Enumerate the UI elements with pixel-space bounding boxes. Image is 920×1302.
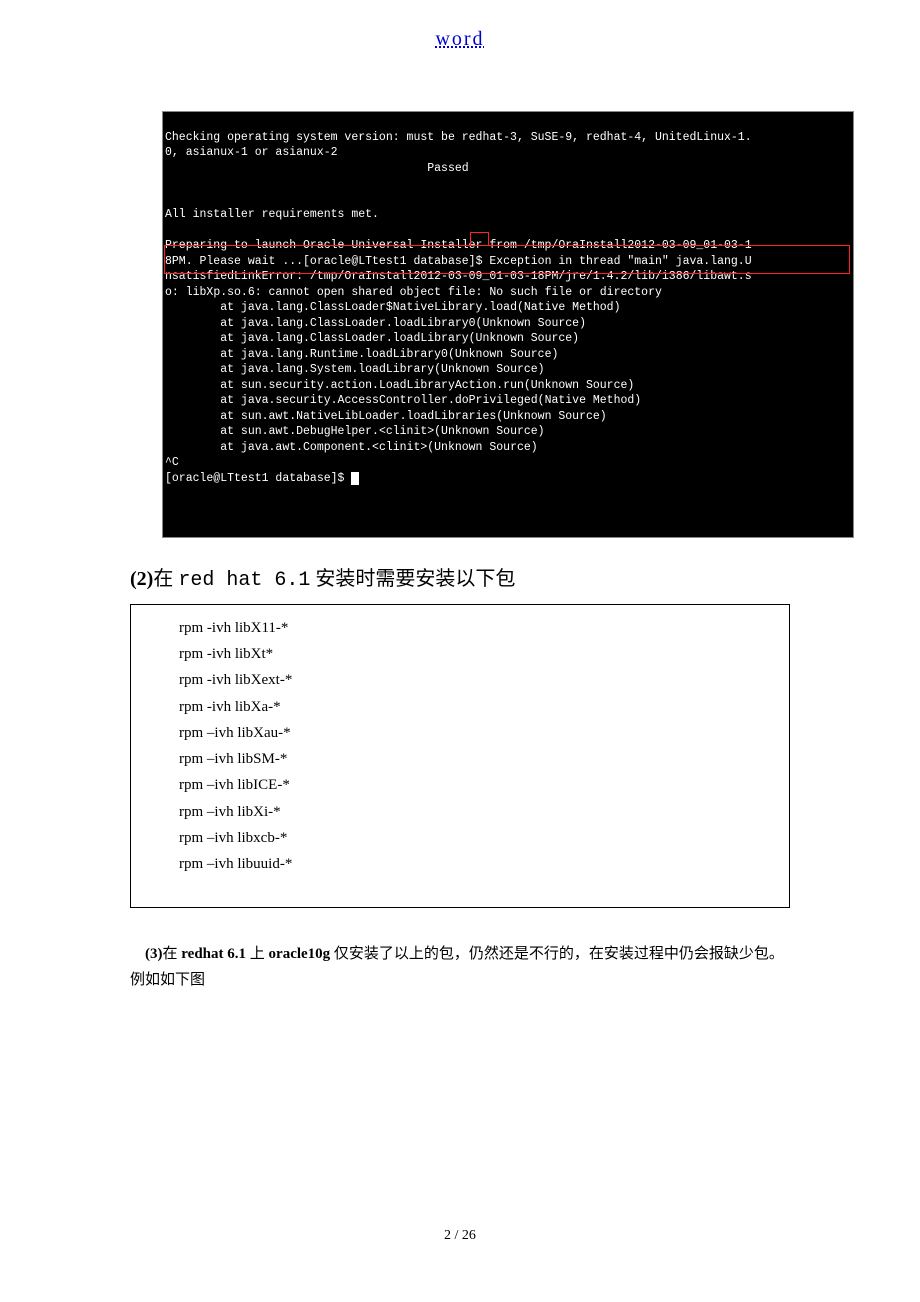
terminal-trace: at java.lang.ClassLoader.loadLibrary0(Un… (165, 317, 586, 330)
terminal-line: Checking operating system version: must … (165, 131, 752, 144)
terminal-line: Preparing to launch Oracle Universal Ins… (165, 239, 752, 252)
rpm-command-box: rpm -ivh libX11-* rpm -ivh libXt* rpm -i… (130, 604, 790, 909)
rpm-line: rpm –ivh libuuid-* (179, 851, 771, 877)
section-num: (3) (145, 946, 163, 962)
terminal-trace: at sun.security.action.LoadLibraryAction… (165, 379, 634, 392)
terminal-trace: at java.lang.System.loadLibrary(Unknown … (165, 363, 545, 376)
rpm-line: rpm -ivh libX11-* (179, 615, 771, 641)
text-part: 上 (246, 946, 269, 962)
terminal-trace: at java.awt.Component.<clinit>(Unknown S… (165, 441, 538, 454)
terminal-screenshot: Checking operating system version: must … (162, 111, 854, 538)
terminal-trace: at java.lang.Runtime.loadLibrary0(Unknow… (165, 348, 558, 361)
terminal-line-part: s (745, 270, 752, 283)
section-redhat: red hat 6.1 (178, 569, 310, 592)
rpm-line: rpm –ivh libXau-* (179, 720, 771, 746)
terminal-line-part: : libXp.so.6: cannot open shared object … (172, 286, 662, 299)
terminal-line-part: 8PM. Please wait ...[oracle@LTtest1 data… (165, 255, 476, 268)
page-content: Checking operating system version: must … (0, 51, 920, 993)
terminal-trace: at sun.awt.DebugHelper.<clinit>(Unknown … (165, 425, 545, 438)
terminal-trace: at java.lang.ClassLoader$NativeLibrary.l… (165, 301, 620, 314)
terminal-line: ^C (165, 456, 179, 469)
terminal-line-part: satisfiedLinkError: /tmp/OraInstall2012-… (172, 270, 745, 283)
page-header: word (0, 0, 920, 51)
section-suffix: 安装时需要安装以下包 (310, 568, 515, 590)
indent (130, 946, 145, 962)
terminal-line-part: o (165, 286, 172, 299)
terminal-trace: at java.lang.ClassLoader.loadLibrary(Unk… (165, 332, 579, 345)
section-num: (2) (130, 568, 153, 590)
rpm-line: rpm –ivh libICE-* (179, 772, 771, 798)
terminal-trace: at java.security.AccessController.doPriv… (165, 394, 641, 407)
rpm-line: rpm -ivh libXt* (179, 641, 771, 667)
section-2-title: (2)在 red hat 6.1 安装时需要安装以下包 (130, 562, 790, 592)
terminal-line: Passed (165, 162, 469, 175)
rpm-line: rpm -ivh libXext-* (179, 667, 771, 693)
text-part: 在 (163, 946, 182, 962)
rpm-line: rpm -ivh libXa-* (179, 694, 771, 720)
cursor-icon (351, 472, 359, 485)
section-text: 在 (153, 568, 178, 590)
rpm-line: rpm –ivh libxcb-* (179, 825, 771, 851)
terminal-line: All installer requirements met. (165, 208, 379, 221)
rpm-line: rpm –ivh libXi-* (179, 799, 771, 825)
terminal-line-part: Exception in thread "main" java.lang.U (482, 255, 751, 268)
rpm-line: rpm –ivh libSM-* (179, 746, 771, 772)
bold-oracle: oracle10g (269, 946, 331, 962)
terminal-line: 0, asianux-1 or asianux-2 (165, 146, 338, 159)
header-title: word (435, 28, 484, 50)
section-3-paragraph: (3)在 redhat 6.1 上 oracle10g 仅安装了以上的包，仍然还… (130, 942, 790, 993)
page-footer: 2 / 26 (0, 1228, 920, 1244)
terminal-prompt: [oracle@LTtest1 database]$ (165, 472, 351, 485)
bold-redhat: redhat 6.1 (181, 946, 246, 962)
page-number: 2 / 26 (444, 1228, 476, 1243)
terminal-line-part: n (165, 270, 172, 283)
terminal-trace: at sun.awt.NativeLibLoader.loadLibraries… (165, 410, 607, 423)
